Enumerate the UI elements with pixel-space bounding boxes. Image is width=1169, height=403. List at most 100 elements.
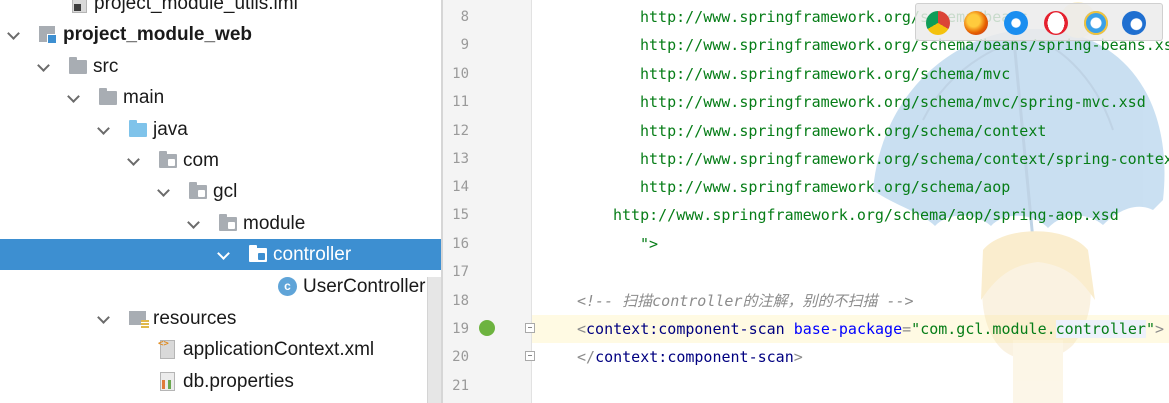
edge-icon[interactable]: [1122, 11, 1146, 35]
code-line-component-scan-close: </context:component-scan>: [577, 343, 803, 371]
tree-item-label: applicationContext.xml: [183, 339, 375, 360]
fold-marker-icon[interactable]: [525, 351, 535, 361]
chevron-down-icon[interactable]: [124, 145, 144, 176]
source-folder-icon: [128, 120, 148, 140]
tree-item-label: module: [243, 213, 306, 234]
code-line: http://www.springframework.org/schema/mv…: [640, 65, 1011, 83]
internet-explorer-icon[interactable]: [1084, 11, 1108, 35]
firefox-icon[interactable]: [964, 11, 988, 35]
code-token: </: [577, 348, 596, 366]
tree-scrollbar[interactable]: [427, 277, 441, 403]
code-token-tag: component-scan: [667, 348, 794, 366]
line-number: 21: [452, 378, 469, 394]
line-number: 15: [452, 207, 469, 223]
chevron-down-icon[interactable]: [214, 239, 234, 270]
code-token: ": [911, 320, 921, 338]
tree-item-label: project_module_utils.iml: [94, 0, 298, 14]
module-icon: [38, 25, 58, 45]
code-token: >: [1155, 320, 1165, 338]
code-token: :: [658, 348, 668, 366]
chevron-down-icon[interactable]: [94, 303, 114, 334]
tree-item-label: controller: [273, 244, 352, 265]
chevron-down-icon[interactable]: [34, 51, 54, 82]
code-line: http://www.springframework.org/schema/co…: [640, 150, 1169, 168]
tree-item-module[interactable]: module: [0, 208, 441, 239]
safari-icon[interactable]: [1004, 11, 1028, 35]
iml-file-icon: [70, 0, 90, 14]
code-token-namespace: context: [586, 320, 650, 338]
code-editor[interactable]: 8 9 10 11 12 13 14 15 16 17 18 19 20 21 …: [443, 0, 1169, 403]
opera-icon[interactable]: [1044, 11, 1068, 35]
tree-item-db-properties[interactable]: db.properties: [0, 366, 441, 397]
tree-item-main[interactable]: main: [0, 82, 441, 113]
tree-item-project-module-web[interactable]: project_module_web: [0, 19, 441, 50]
tree-item-applicationcontext-xml[interactable]: applicationContext.xml: [0, 329, 441, 365]
code-token-value-highlight: controller: [1055, 320, 1146, 338]
chevron-down-icon[interactable]: [64, 82, 84, 113]
browser-preview-bar: [915, 3, 1163, 41]
tree-item-label: com: [183, 150, 219, 171]
line-number: 14: [452, 179, 469, 195]
tree-item-project-module-utils-iml[interactable]: project_module_utils.iml: [0, 0, 441, 19]
code-line: http://www.springframework.org/schema/co…: [640, 122, 1047, 140]
java-class-icon: c: [278, 277, 298, 297]
code-token-value: com.gcl.module.: [920, 320, 1056, 338]
package-icon: [248, 245, 268, 265]
code-comment: <!-- 扫描controller的注解，别的不扫描 -->: [577, 292, 914, 310]
tree-item-label: UserController: [303, 276, 426, 297]
package-icon: [218, 214, 238, 234]
code-line: ">: [640, 235, 659, 253]
code-token: ": [1145, 320, 1155, 338]
spring-bean-icon[interactable]: [479, 320, 495, 336]
line-number: 16: [452, 236, 469, 252]
project-tree-panel: project_module_utils.iml project_module_…: [0, 0, 441, 403]
tree-item-label: db.properties: [183, 371, 294, 392]
line-number: 20: [452, 349, 469, 365]
code-token: <: [577, 320, 587, 338]
package-icon: [158, 151, 178, 171]
line-number: 8: [460, 9, 469, 25]
folder-icon: [68, 57, 88, 77]
fold-marker-icon[interactable]: [525, 323, 535, 333]
chevron-down-icon[interactable]: [184, 208, 204, 239]
code-token-tag: component-scan: [658, 320, 785, 338]
tree-item-label: src: [93, 56, 119, 77]
tree-item-resources[interactable]: resources: [0, 303, 441, 334]
line-number: 12: [452, 123, 469, 139]
chrome-icon[interactable]: [926, 11, 950, 35]
code-line: http://www.springframework.org/schema/ao…: [613, 206, 1119, 224]
line-number: 17: [452, 264, 469, 280]
chevron-down-icon[interactable]: [154, 176, 174, 207]
line-number: 13: [452, 151, 469, 167]
code-line: http://www.springframework.org/schema/mv…: [640, 93, 1146, 111]
line-number: 9: [460, 37, 469, 53]
tree-item-usercontroller[interactable]: c UserController: [0, 271, 441, 302]
folder-icon: [98, 88, 118, 108]
line-number: 18: [452, 293, 469, 309]
chevron-down-icon[interactable]: [4, 19, 24, 50]
line-number: 11: [452, 94, 469, 110]
line-number: 19: [452, 321, 469, 337]
code-line-component-scan-open: <context:component-scan base-package="co…: [577, 315, 1164, 343]
tree-item-label: main: [123, 87, 165, 108]
code-token-namespace: context: [595, 348, 659, 366]
tree-item-com[interactable]: com: [0, 145, 441, 176]
chevron-down-icon[interactable]: [94, 114, 114, 145]
tree-item-controller[interactable]: controller: [0, 239, 441, 270]
code-line: http://www.springframework.org/schema/ao…: [640, 178, 1011, 196]
tree-item-label: project_module_web: [63, 24, 252, 45]
properties-file-icon: [158, 372, 178, 392]
code-token: :: [649, 320, 659, 338]
tree-item-gcl[interactable]: gcl: [0, 176, 441, 207]
code-token: >: [793, 348, 803, 366]
xml-file-icon: [158, 329, 178, 360]
tree-item-label: gcl: [213, 181, 238, 202]
code-token-attribute: base-package: [793, 320, 903, 338]
tree-item-label: java: [153, 119, 188, 140]
tree-item-src[interactable]: src: [0, 51, 441, 82]
code-token: =: [902, 320, 912, 338]
resources-folder-icon: [128, 309, 149, 329]
package-icon: [188, 182, 208, 202]
tree-item-java[interactable]: java: [0, 114, 441, 145]
line-number: 10: [452, 66, 469, 82]
